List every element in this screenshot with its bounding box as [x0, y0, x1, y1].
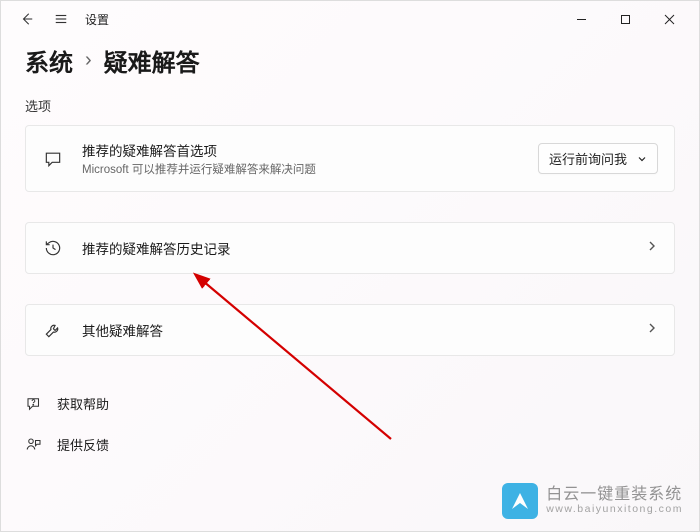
feedback-link-text: 提供反馈	[57, 435, 109, 454]
wrench-icon	[42, 319, 64, 341]
watermark-text-cn: 白云一键重装系统	[546, 486, 683, 504]
card-preferences: 推荐的疑难解答首选项 Microsoft 可以推荐并运行疑难解答来解决问题 运行…	[25, 125, 675, 192]
dropdown-value: 运行前询问我	[549, 149, 627, 168]
history-icon	[42, 237, 64, 259]
window-title: 设置	[85, 11, 109, 28]
chevron-right-icon	[646, 321, 658, 339]
chat-icon	[42, 148, 64, 170]
card-history-title: 推荐的疑难解答历史记录	[82, 238, 634, 258]
card-preferences-subtitle: Microsoft 可以推荐并运行疑难解答来解决问题	[82, 161, 538, 177]
breadcrumb: 系统 › 疑难解答	[25, 43, 675, 78]
titlebar: 设置	[1, 1, 699, 37]
help-icon	[25, 395, 43, 413]
maximize-button[interactable]	[603, 3, 647, 35]
card-other-title: 其他疑难解答	[82, 320, 634, 340]
watermark: 白云一键重装系统 www.baiyunxitong.com	[502, 483, 683, 519]
card-history[interactable]: 推荐的疑难解答历史记录	[25, 222, 675, 274]
breadcrumb-parent[interactable]: 系统	[25, 43, 73, 78]
feedback-link[interactable]: 提供反馈	[25, 427, 675, 462]
card-other[interactable]: 其他疑难解答	[25, 304, 675, 356]
card-preferences-title: 推荐的疑难解答首选项	[82, 140, 538, 160]
breadcrumb-separator: ›	[85, 49, 92, 72]
chevron-right-icon	[646, 239, 658, 257]
help-link-text: 获取帮助	[57, 394, 109, 413]
help-link[interactable]: 获取帮助	[25, 386, 675, 421]
page-title: 疑难解答	[104, 43, 200, 78]
section-label: 选项	[25, 96, 675, 115]
watermark-logo	[502, 483, 538, 519]
feedback-icon	[25, 436, 43, 454]
back-button[interactable]	[17, 9, 37, 29]
menu-button[interactable]	[51, 9, 71, 29]
chevron-down-icon	[637, 154, 647, 164]
minimize-button[interactable]	[559, 3, 603, 35]
preferences-dropdown[interactable]: 运行前询问我	[538, 143, 658, 174]
close-button[interactable]	[647, 3, 691, 35]
watermark-text-url: www.baiyunxitong.com	[546, 504, 683, 516]
